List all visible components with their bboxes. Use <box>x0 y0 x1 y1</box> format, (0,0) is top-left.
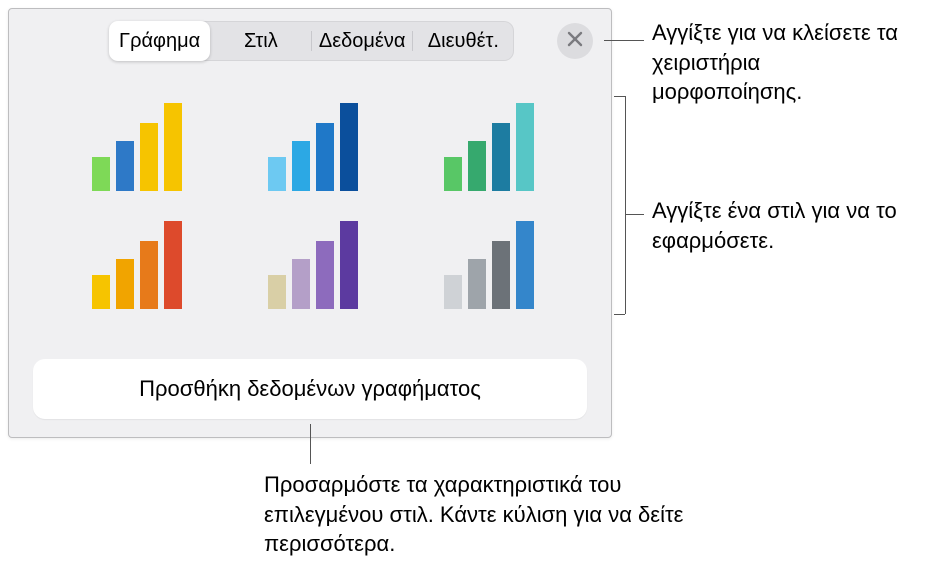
bar-icon <box>116 259 134 309</box>
bar-icon <box>268 275 286 309</box>
callout-bottom: Προσαρμόστε τα χαρακτηριστικά του επιλεγ… <box>264 470 694 559</box>
bar-icon <box>268 157 286 191</box>
add-chart-data-button[interactable]: Προσθήκη δεδομένων γραφήματος <box>33 359 587 419</box>
chart-style-3[interactable] <box>429 101 549 191</box>
bar-icon <box>492 241 510 309</box>
bar-icon <box>292 259 310 309</box>
bar-icon <box>140 241 158 309</box>
callout-leader <box>614 96 625 97</box>
tab-arrange[interactable]: Διευθέτ. <box>413 21 514 61</box>
callout-leader <box>604 40 644 41</box>
callout-leader <box>625 96 626 314</box>
chart-style-6[interactable] <box>429 219 549 309</box>
close-button[interactable] <box>557 23 593 59</box>
chart-style-5[interactable] <box>253 219 373 309</box>
callout-leader <box>310 424 311 464</box>
bar-icon <box>468 259 486 309</box>
chart-style-4[interactable] <box>77 219 197 309</box>
tab-data[interactable]: Δεδομένα <box>312 21 413 61</box>
tab-style[interactable]: Στιλ <box>210 21 311 61</box>
callout-leader <box>625 214 644 215</box>
tab-style-label: Στιλ <box>244 30 278 53</box>
callout-close: Αγγίξτε για να κλείσετε τα χειριστήρια μ… <box>652 18 912 107</box>
tab-arrange-label: Διευθέτ. <box>428 30 499 53</box>
bar-icon <box>140 123 158 191</box>
callout-leader <box>614 314 625 315</box>
bar-icon <box>316 241 334 309</box>
chart-format-panel: Γράφημα Στιλ Δεδομένα Διευθέτ. <box>8 8 612 438</box>
close-icon <box>566 30 584 53</box>
bar-icon <box>164 221 182 309</box>
bar-icon <box>340 221 358 309</box>
bar-icon <box>164 103 182 191</box>
bar-icon <box>516 221 534 309</box>
callout-style: Αγγίξτε ένα στιλ για να το εφαρμόσετε. <box>652 196 922 255</box>
bar-icon <box>516 103 534 191</box>
tab-bar: Γράφημα Στιλ Δεδομένα Διευθέτ. <box>109 21 514 61</box>
chart-style-grid <box>77 101 547 309</box>
bar-icon <box>92 275 110 309</box>
chart-style-2[interactable] <box>253 101 373 191</box>
bar-icon <box>116 141 134 191</box>
bar-icon <box>340 103 358 191</box>
tab-chart[interactable]: Γράφημα <box>109 21 210 61</box>
bar-icon <box>292 141 310 191</box>
tab-data-label: Δεδομένα <box>319 30 406 53</box>
bar-icon <box>316 123 334 191</box>
add-chart-data-label: Προσθήκη δεδομένων γραφήματος <box>139 376 481 402</box>
chart-style-1[interactable] <box>77 101 197 191</box>
bar-icon <box>444 157 462 191</box>
bar-icon <box>444 275 462 309</box>
tab-chart-label: Γράφημα <box>119 30 200 53</box>
bar-icon <box>92 157 110 191</box>
bar-icon <box>492 123 510 191</box>
bar-icon <box>468 141 486 191</box>
